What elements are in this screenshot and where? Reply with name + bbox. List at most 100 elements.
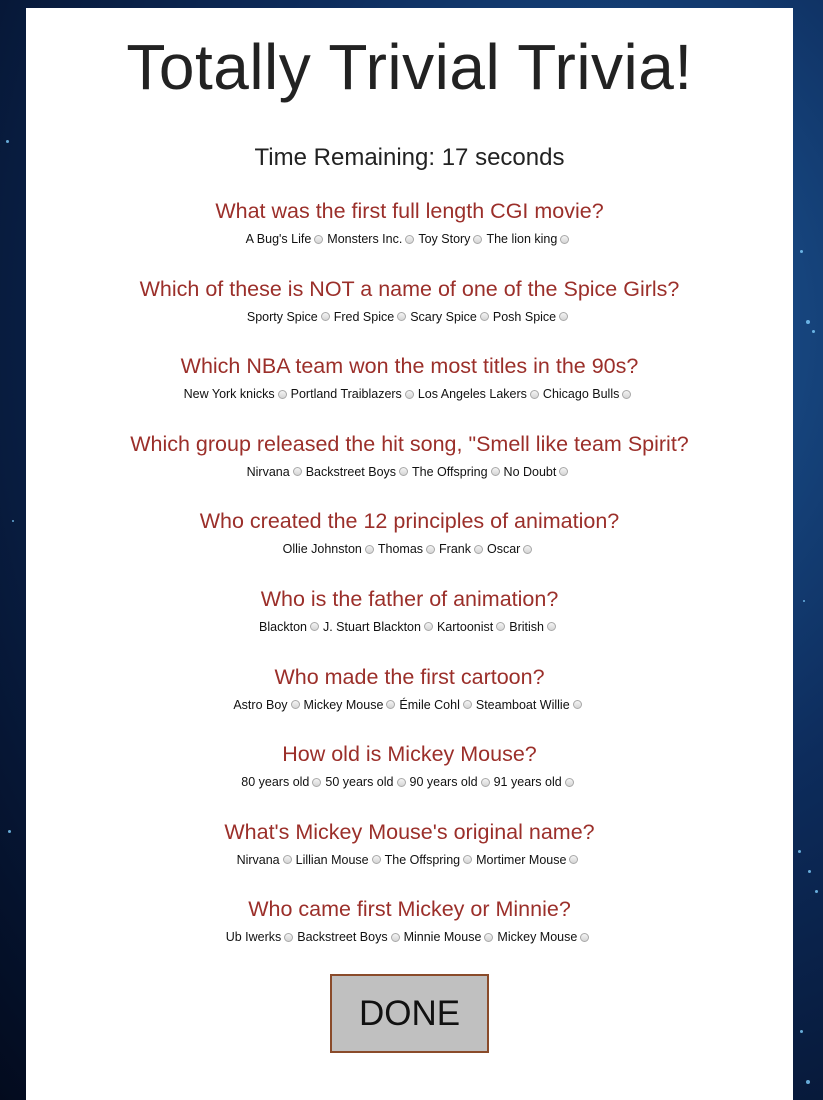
answer-option[interactable]: Blackton	[259, 619, 323, 635]
answer-label: Mortimer Mouse	[476, 852, 567, 867]
answer-option[interactable]: Backstreet Boys	[306, 464, 412, 480]
question-block: Which NBA team won the most titles in th…	[26, 352, 793, 430]
answer-option[interactable]: Mickey Mouse	[304, 697, 400, 713]
answer-option[interactable]: Monsters Inc.	[327, 231, 418, 247]
answer-option[interactable]: Astro Boy	[233, 697, 303, 713]
answer-option[interactable]: Steamboat Willie	[476, 697, 586, 713]
answer-radio[interactable]	[314, 234, 324, 244]
answer-option[interactable]: 50 years old	[325, 774, 409, 790]
answer-label: Ub Iwerks	[225, 930, 282, 945]
answer-radio[interactable]	[284, 932, 294, 942]
answer-radio[interactable]	[580, 932, 590, 942]
answer-label: Lillian Mouse	[295, 852, 369, 867]
question-block: Who made the first cartoon? Astro Boy Mick…	[26, 663, 793, 741]
answer-option[interactable]: The Offspring	[412, 464, 504, 480]
answer-option[interactable]: Kartoonist	[437, 619, 509, 635]
answer-option[interactable]: New York knicks	[184, 386, 291, 402]
answer-option[interactable]: Frank	[439, 541, 487, 557]
answer-radio[interactable]	[462, 700, 472, 710]
answer-radio[interactable]	[473, 544, 483, 554]
answer-option[interactable]: Backstreet Boys	[297, 929, 403, 945]
answer-option[interactable]: Sporty Spice	[247, 309, 334, 325]
answer-radio[interactable]	[423, 622, 433, 632]
answer-radio[interactable]	[473, 234, 483, 244]
answer-option[interactable]: Ub Iwerks	[226, 929, 298, 945]
answer-radio[interactable]	[405, 234, 415, 244]
answer-option[interactable]: Los Angeles Lakers	[418, 386, 543, 402]
answer-radio[interactable]	[312, 777, 322, 787]
answer-radio[interactable]	[484, 932, 494, 942]
answer-radio[interactable]	[529, 389, 539, 399]
answer-radio[interactable]	[390, 932, 400, 942]
answer-option[interactable]: Scary Spice	[410, 309, 493, 325]
question-block: How old is Mickey Mouse? 80 years old 50 y…	[26, 740, 793, 818]
answer-radio[interactable]	[560, 234, 570, 244]
answer-options: Sporty Spice Fred Spice Scary Spice Posh Sp…	[26, 309, 793, 325]
answer-radio[interactable]	[564, 777, 574, 787]
answer-option[interactable]: Toy Story	[418, 231, 486, 247]
question-block: Which group released the hit song, "Smel…	[26, 430, 793, 508]
answer-radio[interactable]	[559, 467, 569, 477]
answer-radio[interactable]	[546, 622, 556, 632]
answer-radio[interactable]	[480, 777, 490, 787]
answer-label: 91 years old	[493, 775, 562, 790]
answer-radio[interactable]	[277, 389, 287, 399]
question-text: Who is the father of animation?	[260, 586, 559, 611]
question-text: How old is Mickey Mouse?	[282, 742, 537, 767]
answer-radio[interactable]	[479, 312, 489, 322]
answer-radio[interactable]	[397, 312, 407, 322]
answer-option[interactable]: Mortimer Mouse	[476, 852, 582, 868]
answer-option[interactable]: Minnie Mouse	[404, 929, 498, 945]
answer-option[interactable]: Fred Spice	[334, 309, 410, 325]
answer-option[interactable]: J. Stuart Blackton	[323, 619, 437, 635]
answer-radio[interactable]	[496, 622, 506, 632]
answer-option[interactable]: A Bug's Life	[246, 231, 328, 247]
answer-radio[interactable]	[404, 389, 414, 399]
answer-radio[interactable]	[282, 855, 292, 865]
answer-label: Chicago Bulls	[542, 387, 620, 402]
answer-radio[interactable]	[371, 855, 381, 865]
answer-radio[interactable]	[309, 622, 319, 632]
answer-option[interactable]: Émile Cohl	[399, 697, 475, 713]
answer-option[interactable]: Ollie Johnston	[283, 541, 378, 557]
question-block: Which of these is NOT a name of one of t…	[26, 275, 793, 353]
answer-radio[interactable]	[386, 700, 396, 710]
answer-option[interactable]: Posh Spice	[493, 309, 572, 325]
answer-radio[interactable]	[399, 467, 409, 477]
answer-option[interactable]: Thomas	[378, 541, 439, 557]
answer-radio[interactable]	[559, 312, 569, 322]
answer-option[interactable]: 90 years old	[410, 774, 494, 790]
done-button[interactable]: DONE	[330, 974, 489, 1053]
answer-option[interactable]: Chicago Bulls	[543, 386, 635, 402]
answer-radio[interactable]	[572, 700, 582, 710]
answer-option[interactable]: Oscar	[487, 541, 536, 557]
question-text: What was the first full length CGI movie…	[215, 199, 604, 223]
answer-option[interactable]: No Doubt	[504, 464, 573, 480]
answer-option[interactable]: Portland Traiblazers	[291, 386, 418, 402]
answer-radio[interactable]	[523, 544, 533, 554]
answer-radio[interactable]	[490, 467, 500, 477]
answer-option[interactable]: 91 years old	[494, 774, 578, 790]
answer-option[interactable]: Lillian Mouse	[296, 852, 385, 868]
answer-option[interactable]: British	[509, 619, 560, 635]
answer-option[interactable]: 80 years old	[241, 774, 325, 790]
answer-radio[interactable]	[290, 700, 300, 710]
answer-option[interactable]: Mickey Mouse	[497, 929, 593, 945]
answer-option[interactable]: Nirvana	[237, 852, 296, 868]
answer-radio[interactable]	[320, 312, 330, 322]
answer-radio[interactable]	[426, 544, 436, 554]
answer-label: Émile Cohl	[399, 697, 460, 712]
answer-radio[interactable]	[364, 544, 374, 554]
answer-label: Nirvana	[236, 852, 280, 867]
answer-radio[interactable]	[569, 855, 579, 865]
answer-options: Blackton J. Stuart Blackton Kartoonist Brit…	[26, 619, 793, 635]
answer-radio[interactable]	[622, 389, 632, 399]
answer-radio[interactable]	[292, 467, 302, 477]
question-block: What's Mickey Mouse's original name? Nirv…	[26, 818, 793, 896]
answer-option[interactable]: The lion king	[486, 231, 573, 247]
answer-options: Astro Boy Mickey Mouse Émile Cohl Steamboat…	[26, 697, 793, 713]
answer-option[interactable]: The Offspring	[385, 852, 477, 868]
answer-radio[interactable]	[463, 855, 473, 865]
answer-radio[interactable]	[396, 777, 406, 787]
answer-option[interactable]: Nirvana	[247, 464, 306, 480]
